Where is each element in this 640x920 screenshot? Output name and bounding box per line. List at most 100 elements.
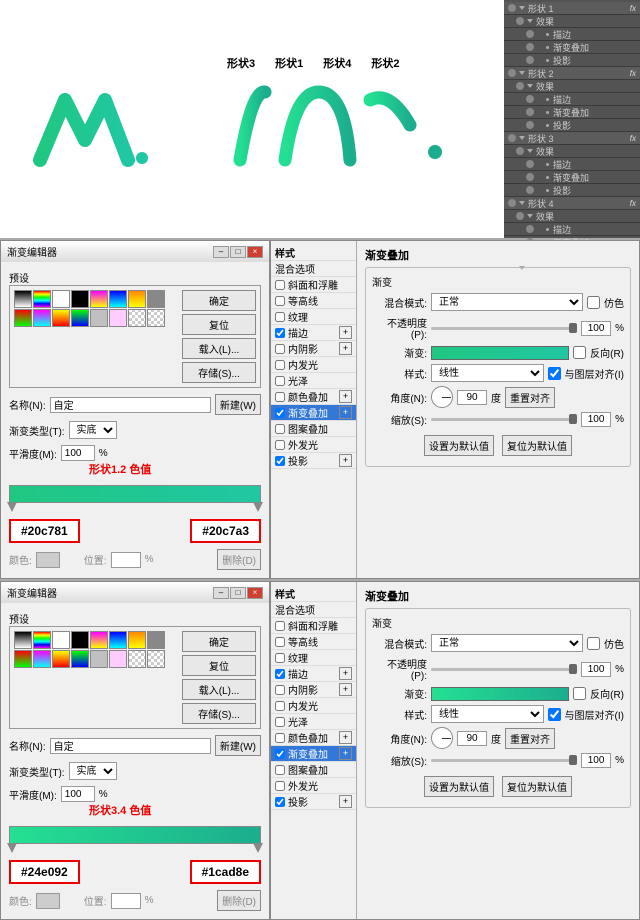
chevron-down-icon[interactable]	[519, 201, 525, 205]
effect-item[interactable]: 描边	[504, 28, 640, 41]
reverse-checkbox[interactable]	[573, 346, 586, 359]
effect-item[interactable]: 描边	[504, 158, 640, 171]
ls-item[interactable]: 光泽	[271, 714, 356, 730]
color-swatch[interactable]	[36, 552, 60, 568]
ls-item[interactable]: 内阴影 +	[271, 341, 356, 357]
scale-input[interactable]	[581, 753, 611, 768]
ls-checkbox[interactable]	[275, 424, 285, 434]
close-button[interactable]: ×	[247, 587, 263, 599]
new-button[interactable]: 新建(W)	[215, 394, 261, 415]
preset-swatches[interactable]	[14, 290, 174, 383]
visibility-icon[interactable]	[526, 30, 534, 38]
dither-checkbox[interactable]	[587, 637, 600, 650]
name-input[interactable]	[50, 738, 211, 754]
ls-item[interactable]: 渐变叠加 +	[271, 405, 356, 421]
effect-item[interactable]: 渐变叠加	[504, 171, 640, 184]
chevron-down-icon[interactable]	[527, 19, 533, 23]
plus-icon[interactable]: +	[339, 406, 352, 419]
dither-checkbox[interactable]	[587, 296, 600, 309]
reset-align-button[interactable]: 重置对齐	[505, 728, 555, 749]
visibility-icon[interactable]	[508, 134, 516, 142]
ls-checkbox[interactable]	[275, 669, 285, 679]
blend-options[interactable]: 混合选项	[271, 261, 356, 277]
ls-checkbox[interactable]	[275, 296, 285, 306]
effect-item[interactable]: 渐变叠加	[504, 41, 640, 54]
visibility-icon[interactable]	[526, 186, 534, 194]
scale-slider[interactable]	[431, 418, 577, 421]
ls-checkbox[interactable]	[275, 280, 285, 290]
ls-checkbox[interactable]	[275, 717, 285, 727]
position-input[interactable]	[111, 552, 141, 568]
angle-input[interactable]	[457, 390, 487, 405]
opacity-input[interactable]	[581, 662, 611, 677]
chevron-down-icon[interactable]	[519, 136, 525, 140]
plus-icon[interactable]: +	[339, 390, 352, 403]
ls-checkbox[interactable]	[275, 733, 285, 743]
load-button[interactable]: 载入(L)...	[182, 679, 256, 700]
ls-item[interactable]: 描边 +	[271, 666, 356, 682]
minimize-button[interactable]: –	[213, 587, 229, 599]
blend-options[interactable]: 混合选项	[271, 602, 356, 618]
minimize-button[interactable]: –	[213, 246, 229, 258]
smooth-input[interactable]	[61, 786, 95, 802]
effect-item[interactable]: 投影	[504, 54, 640, 67]
position-input[interactable]	[111, 893, 141, 909]
ls-item[interactable]: 纹理	[271, 650, 356, 666]
gradient-preview[interactable]	[431, 346, 569, 360]
visibility-icon[interactable]	[516, 212, 524, 220]
plus-icon[interactable]: +	[339, 731, 352, 744]
chevron-down-icon[interactable]	[527, 149, 533, 153]
layers-panel[interactable]: 形状 1 fx 效果 描边 渐变叠加 投影 形状 2 fx	[504, 0, 640, 238]
blend-mode-select[interactable]: 正常	[431, 634, 583, 652]
plus-icon[interactable]: +	[339, 454, 352, 467]
ls-item[interactable]: 颜色叠加 +	[271, 730, 356, 746]
delete-button[interactable]: 删除(D)	[217, 549, 261, 570]
angle-dial[interactable]	[431, 727, 453, 749]
make-default-button[interactable]: 设置为默认值	[424, 776, 494, 797]
visibility-icon[interactable]	[526, 121, 534, 129]
opacity-input[interactable]	[581, 321, 611, 336]
align-checkbox[interactable]	[548, 708, 561, 721]
visibility-icon[interactable]	[516, 82, 524, 90]
scale-input[interactable]	[581, 412, 611, 427]
angle-input[interactable]	[457, 731, 487, 746]
ls-checkbox[interactable]	[275, 328, 285, 338]
visibility-icon[interactable]	[526, 160, 534, 168]
plus-icon[interactable]: +	[339, 747, 352, 760]
layer-group[interactable]: 形状 3 fx	[504, 132, 640, 145]
dialog-titlebar[interactable]: 渐变编辑器 – □ ×	[1, 582, 269, 603]
ls-checkbox[interactable]	[275, 701, 285, 711]
layer-group[interactable]: 形状 1 fx	[504, 2, 640, 15]
new-button[interactable]: 新建(W)	[215, 735, 261, 756]
cancel-button[interactable]: 复位	[182, 314, 256, 335]
plus-icon[interactable]: +	[339, 683, 352, 696]
name-input[interactable]	[50, 397, 211, 413]
ls-checkbox[interactable]	[275, 408, 285, 418]
ls-item[interactable]: 光泽	[271, 373, 356, 389]
ls-item[interactable]: 图案叠加	[271, 421, 356, 437]
layer-name[interactable]: 形状 1	[528, 2, 554, 15]
ls-checkbox[interactable]	[275, 456, 285, 466]
plus-icon[interactable]: +	[339, 667, 352, 680]
effect-item[interactable]: 描边	[504, 223, 640, 236]
color-swatch[interactable]	[36, 893, 60, 909]
cancel-button[interactable]: 复位	[182, 655, 256, 676]
ls-item[interactable]: 投影 +	[271, 453, 356, 469]
chevron-down-icon[interactable]	[527, 214, 533, 218]
angle-dial[interactable]	[431, 386, 453, 408]
chevron-down-icon[interactable]	[519, 71, 525, 75]
align-checkbox[interactable]	[548, 367, 561, 380]
layer-group[interactable]: 形状 2 fx	[504, 67, 640, 80]
visibility-icon[interactable]	[508, 4, 516, 12]
style-select[interactable]: 线性	[431, 364, 544, 382]
effect-item[interactable]: 描边	[504, 93, 640, 106]
ls-checkbox[interactable]	[275, 440, 285, 450]
reset-default-button[interactable]: 复位为默认值	[502, 435, 572, 456]
chevron-down-icon[interactable]	[519, 266, 525, 270]
scale-slider[interactable]	[431, 759, 577, 762]
reverse-checkbox[interactable]	[573, 687, 586, 700]
ls-item[interactable]: 等高线	[271, 634, 356, 650]
effect-item[interactable]: 投影	[504, 119, 640, 132]
ls-checkbox[interactable]	[275, 392, 285, 402]
effect-item[interactable]: 渐变叠加	[504, 106, 640, 119]
